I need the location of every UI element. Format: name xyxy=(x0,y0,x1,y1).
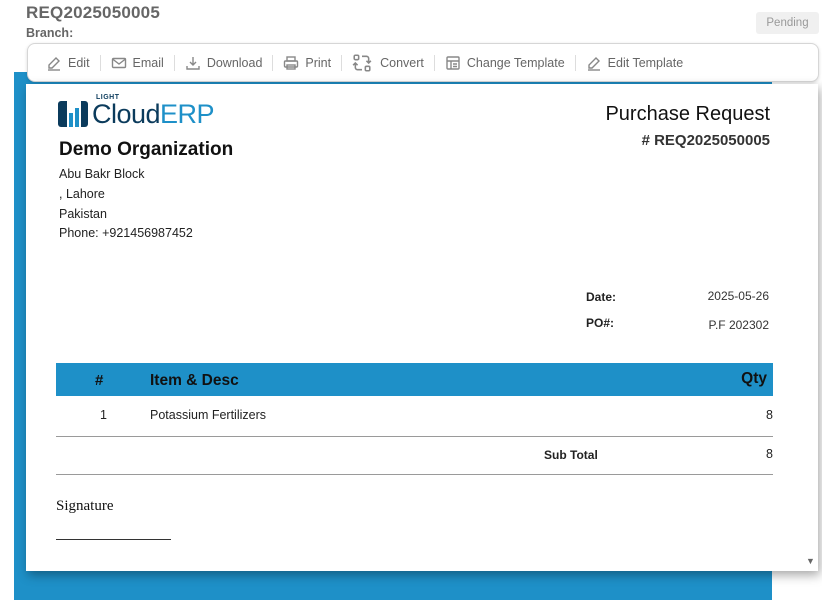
download-button[interactable]: Download xyxy=(185,44,263,81)
logo-bars-icon xyxy=(58,101,88,127)
edit-template-button-label: Edit Template xyxy=(607,55,684,70)
status-badge: Pending xyxy=(756,12,819,34)
document-title: Purchase Request xyxy=(605,103,770,125)
organization-address-line-1: Abu Bakr Block xyxy=(59,167,145,181)
table-divider xyxy=(56,436,773,437)
signature-label: Signature xyxy=(56,498,114,514)
edit-icon xyxy=(48,56,60,71)
print-button[interactable]: Print xyxy=(283,44,331,81)
document-toolbar: Edit Email Download Print Convert Change… xyxy=(27,43,819,82)
edit-button[interactable]: Edit xyxy=(46,44,90,81)
edit-icon xyxy=(587,56,600,71)
toolbar-divider xyxy=(341,54,343,71)
row-qty: 8 xyxy=(766,408,773,422)
toolbar-divider xyxy=(173,54,175,71)
download-icon xyxy=(186,56,200,70)
convert-button-label: Convert xyxy=(380,55,424,70)
convert-button[interactable]: Convert xyxy=(352,44,424,81)
page-title: REQ2025050005 xyxy=(26,3,160,22)
toolbar-divider xyxy=(433,54,435,71)
purchase-request-document[interactable]: LIGHT CloudERP Demo Organization Abu Bak… xyxy=(26,84,818,571)
logo-erp-text: ERP xyxy=(160,98,215,129)
toolbar-divider xyxy=(272,54,274,71)
subtotal-label: Sub Total xyxy=(544,448,598,462)
download-button-label: Download xyxy=(206,55,263,70)
table-divider xyxy=(56,474,773,475)
logo-cloud-text: Cloud xyxy=(92,98,161,129)
items-table-header: # Item & Desc Qty xyxy=(56,363,773,396)
edit-button-label: Edit xyxy=(68,55,90,70)
edit-template-button[interactable]: Edit Template xyxy=(586,44,684,81)
cloud-erp-logo: LIGHT CloudERP xyxy=(58,94,215,132)
print-button-label: Print xyxy=(305,55,332,70)
email-icon xyxy=(111,57,126,68)
change-template-button[interactable]: Change Template xyxy=(445,44,565,81)
po-value: P.F 202302 xyxy=(708,318,770,332)
date-value: 2025-05-26 xyxy=(707,289,769,303)
organization-name: Demo Organization xyxy=(59,139,234,160)
document-number: # REQ2025050005 xyxy=(641,132,770,149)
toolbar-divider xyxy=(574,54,576,71)
signature-line xyxy=(56,539,171,540)
change-template-button-label: Change Template xyxy=(466,55,565,70)
row-number: 1 xyxy=(100,408,107,422)
column-header-item: Item & Desc xyxy=(150,372,239,389)
convert-icon xyxy=(352,53,372,72)
logo-wordmark: LIGHT CloudERP xyxy=(92,94,215,129)
print-icon xyxy=(284,55,299,70)
organization-address-line-2: , Lahore xyxy=(59,187,105,201)
scroll-down-icon[interactable]: ▼ xyxy=(806,556,815,566)
template-icon xyxy=(446,55,460,70)
column-header-number: # xyxy=(95,372,104,389)
branch-label: Branch: xyxy=(26,26,74,40)
email-button-label: Email xyxy=(132,55,164,70)
organization-phone: Phone: +921456987452 xyxy=(59,226,193,240)
logo-light-text: LIGHT xyxy=(96,93,120,101)
email-button[interactable]: Email xyxy=(111,44,164,81)
po-label: PO#: xyxy=(586,316,615,330)
organization-country: Pakistan xyxy=(59,207,107,221)
row-item: Potassium Fertilizers xyxy=(150,408,266,422)
column-header-qty: Qty xyxy=(741,370,767,387)
subtotal-value: 8 xyxy=(766,447,773,461)
toolbar-divider xyxy=(99,54,101,71)
date-label: Date: xyxy=(586,290,617,304)
